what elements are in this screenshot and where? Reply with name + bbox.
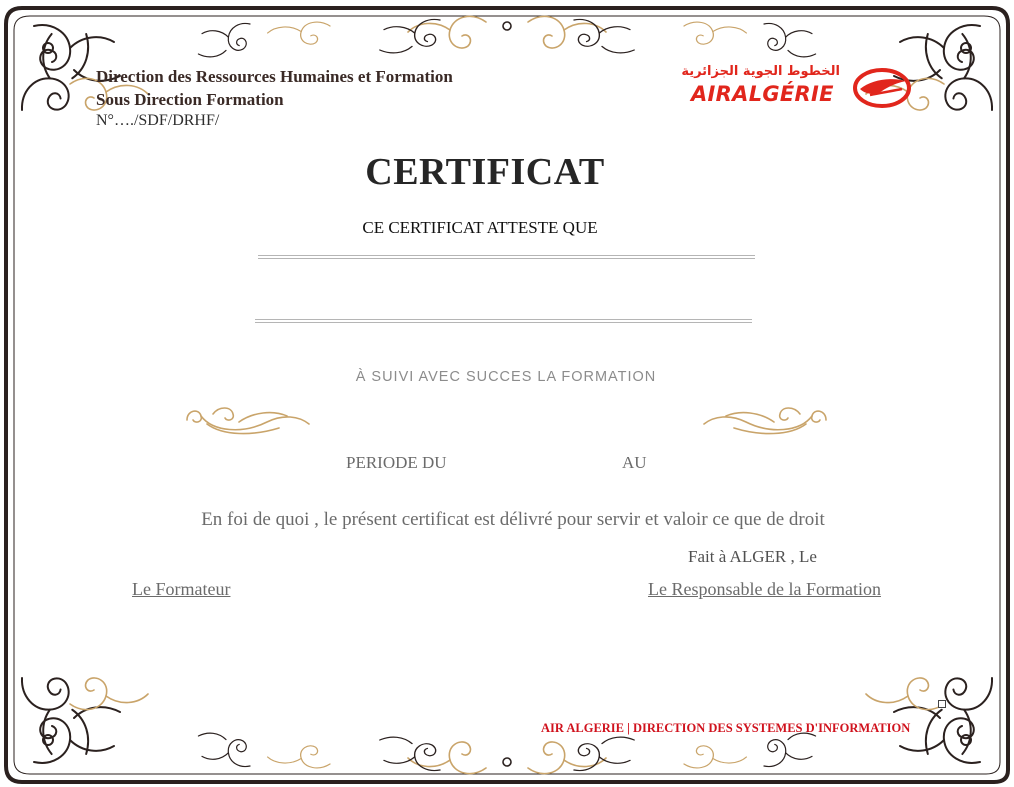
attestation-sentence: En foi de quoi , le présent certificat e… [201, 509, 825, 530]
air-algerie-bird-emblem-icon [853, 68, 911, 108]
air-algerie-logo: الخطوط الجوية الجزائرية AIRALGÉRIE [681, 63, 914, 113]
flourish-left-icon [186, 407, 310, 435]
trainer-signature-label: Le Formateur [132, 579, 231, 599]
department-name: Direction des Ressources Humaines et For… [96, 67, 453, 86]
attest-statement: CE CERTIFICAT ATTESTE QUE [362, 218, 598, 237]
flourish-right-icon [703, 407, 827, 435]
recipient-name-line [258, 255, 755, 259]
training-statement: À SUIVI AVEC SUCCES LA FORMATION [355, 369, 657, 385]
place-date-line: Fait à ALGER , Le [688, 547, 817, 566]
period-to-label: AU [622, 453, 647, 472]
reference-number: N°…./SDF/DRHF/ [96, 112, 220, 129]
bottom-center-ornament [197, 732, 817, 775]
recipient-name-line-lower [255, 319, 752, 323]
logo-arabic-text: الخطوط الجوية الجزائرية [681, 64, 840, 79]
sub-department-name: Sous Direction Formation [96, 90, 284, 109]
period-from-label: PERIODE DU [346, 453, 447, 472]
corner-ornament-bottom-left [20, 667, 149, 764]
resize-handle[interactable] [938, 700, 946, 708]
certificate-title: CERTIFICAT [365, 151, 605, 193]
footer-department: AIR ALGERIE | DIRECTION DES SYSTEMES D'I… [541, 721, 911, 735]
logo-latin-text: AIRALGÉRIE [691, 82, 834, 106]
certificate-page: Direction des Ressources Humaines et For… [0, 0, 1014, 787]
corner-ornament-bottom-right [865, 667, 994, 764]
top-center-ornament [197, 15, 817, 58]
training-manager-signature-label: Le Responsable de la Formation [648, 579, 881, 599]
